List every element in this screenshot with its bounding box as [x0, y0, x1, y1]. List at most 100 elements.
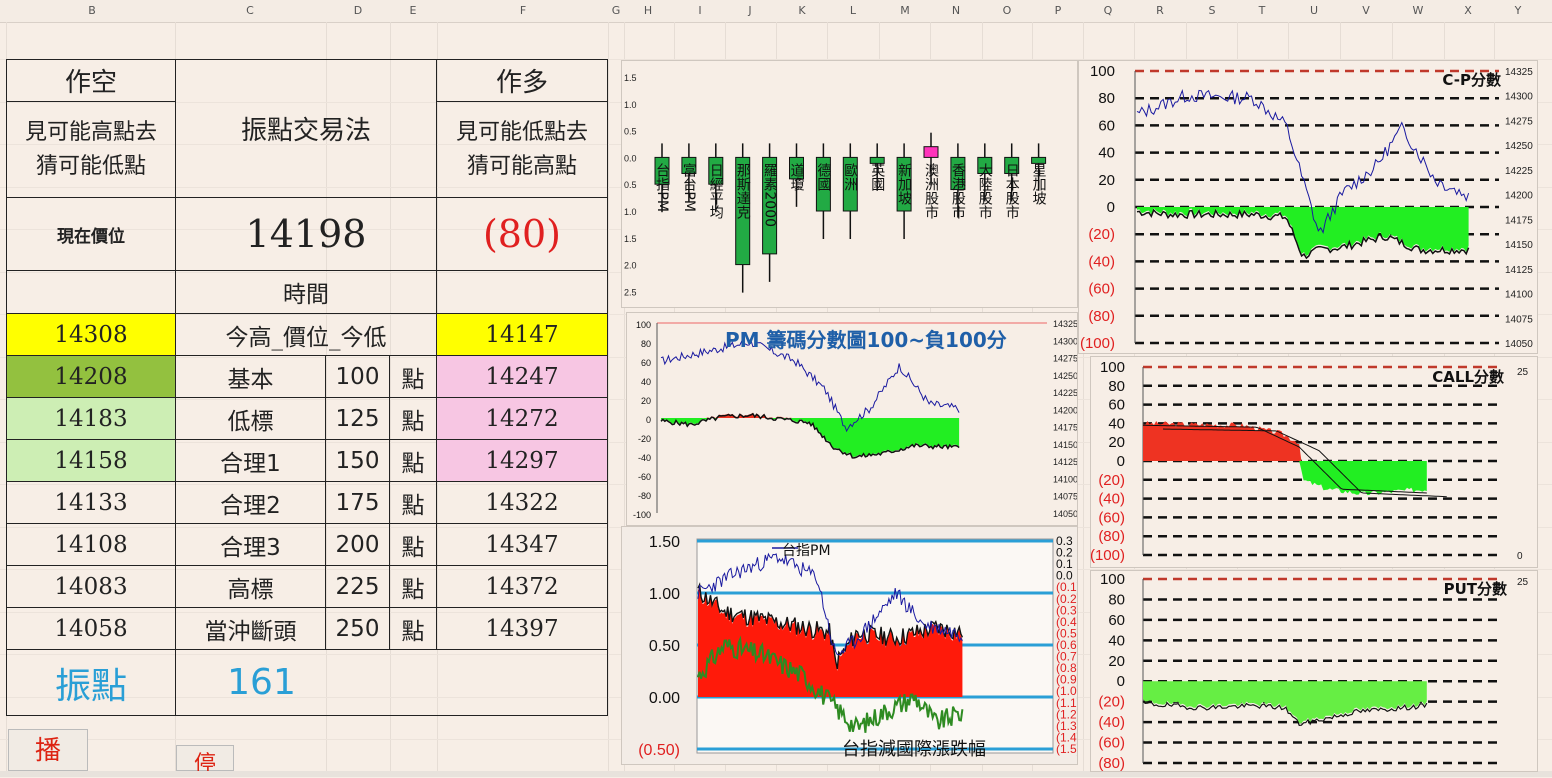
column-letter[interactable]: I	[698, 4, 701, 17]
level-name[interactable]: 合理1	[175, 439, 326, 482]
column-letter[interactable]: F	[520, 4, 526, 17]
level-short-price[interactable]: 14158	[6, 439, 176, 482]
y-tick-label: 1.00	[649, 586, 680, 603]
level-points[interactable]: 200	[325, 523, 390, 566]
column-letter[interactable]: N	[952, 4, 960, 17]
method-title[interactable]: 振點交易法	[175, 59, 437, 198]
level-points[interactable]: 250	[325, 607, 390, 650]
sheet-tab-stop[interactable]: 停	[176, 745, 234, 777]
level-short-price[interactable]: 14133	[6, 481, 176, 524]
call-score-title: CALL分數	[1432, 368, 1504, 386]
put-score-chart[interactable]: 100 80 60 40 20 0 (20) (40) (60) (80) 25 PUT分數	[1090, 570, 1538, 772]
y-tick-label: (0.50)	[638, 742, 680, 759]
empty-cell[interactable]	[6, 270, 176, 314]
column-letter[interactable]: V	[1362, 4, 1370, 17]
level-name[interactable]: 合理3	[175, 523, 326, 566]
column-letter[interactable]: W	[1413, 4, 1424, 17]
level-points[interactable]: 100	[325, 355, 390, 398]
pivot-label[interactable]: 振點	[6, 649, 176, 716]
level-long-price[interactable]: 14322	[436, 481, 608, 524]
y2-tick-label: 14075	[1505, 314, 1533, 325]
column-letter[interactable]: H	[644, 4, 652, 17]
y2-tick-label: 14275	[1505, 116, 1533, 127]
short-header[interactable]: 作空	[6, 59, 176, 102]
level-points[interactable]: 175	[325, 481, 390, 524]
pivot-value[interactable]: 161	[175, 649, 608, 716]
column-letter[interactable]: G	[612, 4, 621, 17]
cp-score-chart[interactable]: 100 80 60 40 20 0 (20) (40) (60) (80) (100) 14325 14…	[1078, 60, 1538, 354]
level-points[interactable]: 225	[325, 565, 390, 608]
price-change[interactable]: (80)	[436, 197, 608, 271]
call-score-chart[interactable]: 100 80 60 40 20 0 (20) (40) (60) (80) (100) 25 0 CAL…	[1090, 356, 1538, 568]
column-letter[interactable]: U	[1310, 4, 1318, 17]
current-price-label[interactable]: 現在價位	[6, 197, 176, 271]
taiex-spread-chart[interactable]: 1.501.000.500.00(0.50)0.30.20.10.0(0.1)(…	[621, 526, 1078, 765]
column-letter[interactable]: K	[798, 4, 805, 17]
level-unit[interactable]: 點	[389, 565, 437, 608]
long-header[interactable]: 作多	[436, 59, 608, 102]
index-change-chart[interactable]: 1.51.00.50.00.51.01.52.02.53.0台指PM富台PM日經…	[621, 60, 1078, 308]
column-letter[interactable]: M	[900, 4, 910, 17]
taiex-legend: 台指PM	[782, 543, 831, 559]
level-short-price[interactable]: 14058	[6, 607, 176, 650]
level-name[interactable]: 低標	[175, 397, 326, 440]
level-short-price[interactable]: 14108	[6, 523, 176, 566]
level-long-price[interactable]: 14347	[436, 523, 608, 566]
current-price[interactable]: 14198	[175, 197, 437, 271]
y-tick-label: 0.5	[624, 127, 637, 137]
column-letter[interactable]: X	[1464, 4, 1472, 17]
level-name[interactable]: 基本	[175, 355, 326, 398]
level-unit[interactable]: 點	[389, 355, 437, 398]
column-letter[interactable]: R	[1156, 4, 1164, 17]
level-name[interactable]: 當沖斷頭	[175, 607, 326, 650]
level-unit[interactable]: 點	[389, 439, 437, 482]
y-tick-label: (100)	[1091, 547, 1125, 564]
pm-positive-area	[661, 412, 960, 418]
column-letter[interactable]: P	[1055, 4, 1062, 17]
column-letter[interactable]: J	[748, 4, 751, 17]
level-unit[interactable]: 點	[389, 397, 437, 440]
level-short-price[interactable]: 14083	[6, 565, 176, 608]
y-tick-label: (20)	[1098, 472, 1125, 489]
time-label[interactable]: 時間	[175, 270, 437, 314]
column-letter[interactable]: C	[246, 4, 254, 17]
y-tick-label: 0.5	[624, 180, 637, 190]
level-unit[interactable]: 點	[389, 481, 437, 524]
range-label[interactable]: 今高_價位_今低	[175, 313, 437, 356]
pm-score-chart[interactable]: 100 80 60 40 20 0 -20 -40 -60 -80 -100 14325 14300 14…	[626, 312, 1078, 526]
level-points[interactable]: 150	[325, 439, 390, 482]
level-short-price[interactable]: 14208	[6, 355, 176, 398]
level-name[interactable]: 高標	[175, 565, 326, 608]
level-points[interactable]: 125	[325, 397, 390, 440]
y-tick-label: -100	[633, 510, 651, 520]
column-letter[interactable]: L	[850, 4, 856, 17]
category-label: 日本股市	[1004, 163, 1020, 219]
sheet-tab-play[interactable]: 播	[8, 729, 88, 771]
level-long-price[interactable]: 14397	[436, 607, 608, 650]
short-description[interactable]: 見可能高點去猜可能低點	[6, 101, 176, 198]
level-short-price[interactable]: 14183	[6, 397, 176, 440]
column-letter[interactable]: S	[1209, 4, 1216, 17]
level-row: 14158 合理1 150 點 14297	[6, 439, 608, 482]
column-letter[interactable]: Y	[1515, 4, 1522, 17]
level-long-price[interactable]: 14297	[436, 439, 608, 482]
y-tick-label: 20	[1108, 653, 1125, 670]
level-unit[interactable]: 點	[389, 523, 437, 566]
column-letter[interactable]: T	[1259, 4, 1266, 17]
long-description[interactable]: 見可能低點去猜可能高點	[436, 101, 608, 198]
column-letter[interactable]: D	[354, 4, 362, 17]
category-label: 英國	[869, 163, 885, 192]
today-high[interactable]: 14308	[6, 313, 176, 356]
level-long-price[interactable]: 14272	[436, 397, 608, 440]
empty-cell[interactable]	[436, 270, 608, 314]
today-low[interactable]: 14147	[436, 313, 608, 356]
level-long-price[interactable]: 14247	[436, 355, 608, 398]
level-unit[interactable]: 點	[389, 607, 437, 650]
column-letter[interactable]: E	[410, 4, 417, 17]
level-long-price[interactable]: 14372	[436, 565, 608, 608]
column-letter[interactable]: O	[1003, 4, 1012, 17]
column-letter[interactable]: B	[88, 4, 96, 17]
y-tick-label: (80)	[1088, 308, 1115, 325]
level-name[interactable]: 合理2	[175, 481, 326, 524]
column-letter[interactable]: Q	[1104, 4, 1113, 17]
